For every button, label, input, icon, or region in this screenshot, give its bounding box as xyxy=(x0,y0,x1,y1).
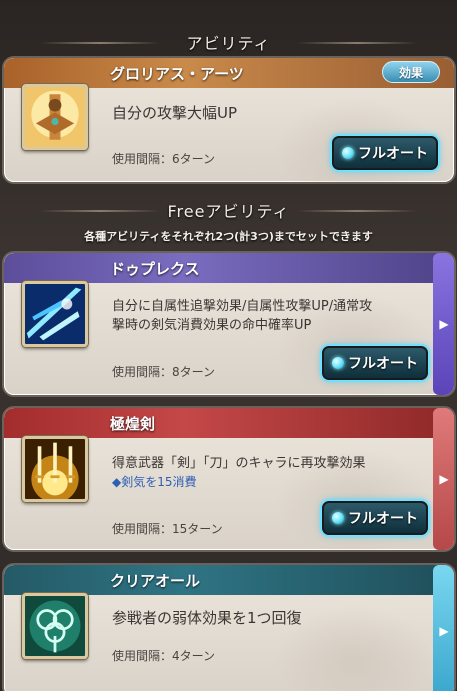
free-ability-section-title: Freeアビリティ xyxy=(167,202,290,221)
description-line: 自分に自属性追撃効果/自属性攻撃UP/通常攻 xyxy=(112,299,373,314)
free-ability-subtitle: 各種アビリティをそれぞれ2つ(計3つ)までセットできます xyxy=(84,230,373,243)
header-divider-left xyxy=(40,42,160,44)
header-divider-left xyxy=(40,210,160,212)
ability-cooldown: 使用間隔：6ターン xyxy=(112,152,216,166)
auto-toggle-indicator-icon xyxy=(332,512,344,524)
ability-cooldown: 使用間隔：15ターン xyxy=(112,522,223,536)
ability-card-glorious-arts[interactable]: グロリアス・アーツ 効果 自分の攻撃大幅UP 使用間隔：6ターン フルオート xyxy=(4,58,454,182)
ability-description: 自分の攻撃大幅UP xyxy=(112,104,238,122)
sword-gauge-cost-note: ◆剣気を15消費 xyxy=(112,475,197,489)
effect-button[interactable]: 効果 xyxy=(382,61,440,83)
full-auto-label: フルオート xyxy=(348,511,418,527)
ornate-statue-icon xyxy=(22,84,88,150)
golden-swords-icon xyxy=(22,436,88,502)
card-titlebar xyxy=(4,253,454,283)
card-titlebar xyxy=(4,408,454,438)
auto-toggle-indicator-icon xyxy=(342,147,354,159)
auto-toggle-indicator-icon xyxy=(332,357,344,369)
full-auto-button[interactable]: フルオート xyxy=(332,136,438,170)
change-ability-tab[interactable]: ▶ xyxy=(433,408,454,550)
description-line: 得意武器「剣」「刀」のキャラに再攻撃効果 xyxy=(112,456,366,471)
chevron-right-icon: ▶ xyxy=(439,317,449,331)
card-titlebar xyxy=(4,565,454,595)
ability-description: 参戦者の弱体効果を1つ回復 xyxy=(112,609,302,627)
ability-card-duplex[interactable]: ドゥプレクス 自分に自属性追撃効果/自属性攻撃UP/通常攻 撃時の剣気消費効果の… xyxy=(4,253,454,395)
header-divider-right xyxy=(297,42,417,44)
header-divider-right xyxy=(297,210,417,212)
description-line: 撃時の剣気消費効果の命中確率UP xyxy=(112,318,312,333)
change-ability-tab[interactable]: ▶ xyxy=(433,253,454,395)
full-auto-label: フルオート xyxy=(348,356,418,372)
full-auto-button[interactable]: フルオート xyxy=(322,346,428,380)
ability-title: ドゥプレクス xyxy=(110,260,200,278)
full-auto-label: フルオート xyxy=(358,146,428,162)
ability-card-kyokouken[interactable]: 極煌剣 得意武器「剣」「刀」のキャラに再攻撃効果 ◆剣気を15消費 使用間隔：1… xyxy=(4,408,454,550)
ability-cooldown: 使用間隔：4ターン xyxy=(112,649,216,663)
blue-slash-icon xyxy=(22,281,88,347)
change-ability-tab[interactable]: ▶ xyxy=(433,565,454,691)
ability-section-header: アビリティ xyxy=(0,30,457,54)
ability-title: グロリアス・アーツ xyxy=(110,65,244,83)
ability-description: 自分に自属性追撃効果/自属性攻撃UP/通常攻 撃時の剣気消費効果の命中確率UP xyxy=(112,297,372,335)
ability-card-clear-all[interactable]: クリアオール 参戦者の弱体効果を1つ回復 使用間隔：4ターン ▶ xyxy=(4,565,454,691)
ability-title: 極煌剣 xyxy=(110,415,156,433)
ability-screen: アビリティ グロリアス・アーツ 効果 自分の攻撃大幅UP 使用間隔：6ターン フ… xyxy=(0,0,457,691)
chevron-right-icon: ▶ xyxy=(439,472,449,486)
ability-section-title: アビリティ xyxy=(186,34,271,53)
ability-description: 得意武器「剣」「刀」のキャラに再攻撃効果 ◆剣気を15消費 xyxy=(112,454,366,492)
chevron-right-icon: ▶ xyxy=(439,624,449,638)
ability-title: クリアオール xyxy=(110,572,201,590)
ability-cooldown: 使用間隔：8ターン xyxy=(112,365,216,379)
free-ability-section-header: Freeアビリティ xyxy=(0,198,457,222)
clover-heal-icon xyxy=(22,593,88,659)
full-auto-button[interactable]: フルオート xyxy=(322,501,428,535)
